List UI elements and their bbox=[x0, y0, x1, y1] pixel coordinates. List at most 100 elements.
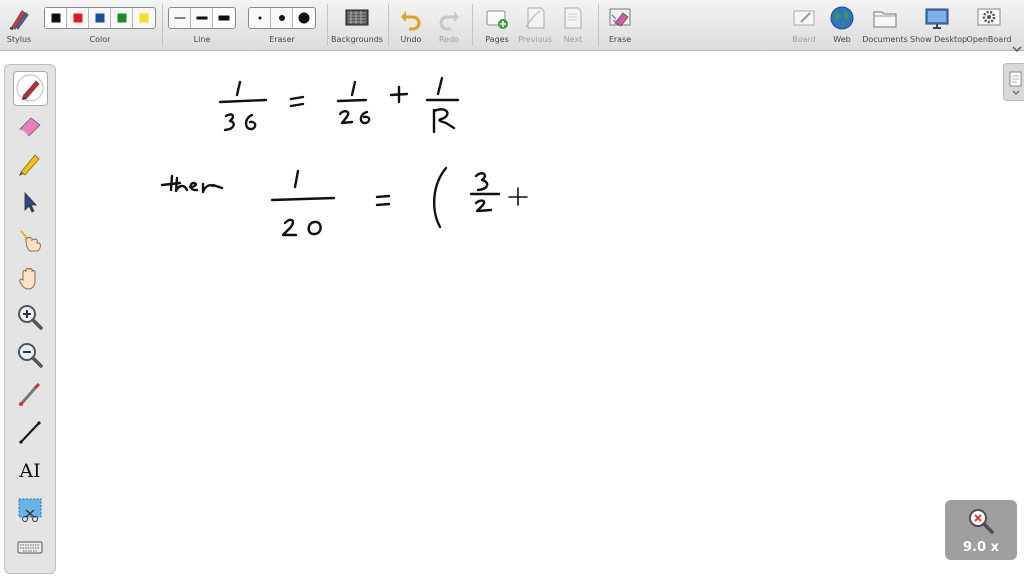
eraser-label: Eraser bbox=[269, 35, 295, 44]
redo-label: Redo bbox=[438, 35, 460, 44]
toolbar-divider bbox=[162, 4, 163, 46]
minimize-toolbar-icon[interactable] bbox=[1012, 38, 1022, 53]
folder-icon bbox=[873, 11, 897, 28]
show-desktop-button[interactable]: Show Desktop bbox=[910, 0, 968, 50]
color-selector bbox=[44, 7, 156, 29]
documents-mode-button[interactable]: Documents bbox=[862, 0, 908, 50]
backgrounds-icon bbox=[345, 9, 369, 26]
line-width-thick[interactable] bbox=[213, 8, 234, 28]
handwritten-fraction-3-over-2 bbox=[469, 172, 501, 213]
handwritten-fraction-1-over-20 bbox=[270, 169, 336, 237]
redo-button[interactable]: Redo bbox=[432, 0, 466, 50]
zoom-out-icon bbox=[18, 343, 43, 368]
hand-icon bbox=[19, 268, 36, 290]
highlighter-icon bbox=[19, 154, 40, 176]
handwritten-equals-sign-2 bbox=[375, 194, 391, 207]
toolbar-divider bbox=[598, 4, 599, 46]
pages-drawer-icon bbox=[1009, 71, 1022, 95]
highlighter-tool[interactable] bbox=[15, 149, 45, 179]
line-icon bbox=[19, 421, 41, 444]
stylus-label: Stylus bbox=[6, 35, 32, 44]
page-navigator-tab[interactable] bbox=[1003, 63, 1024, 101]
handwritten-word-then bbox=[160, 174, 224, 194]
show-desktop-label: Show Desktop bbox=[910, 35, 968, 44]
erase-board-icon bbox=[609, 8, 631, 27]
line-tool[interactable] bbox=[15, 417, 45, 447]
undo-icon bbox=[401, 11, 421, 31]
handwritten-plus-sign-1 bbox=[389, 85, 409, 104]
line-width-thin[interactable] bbox=[169, 8, 191, 28]
color-swatch-green[interactable] bbox=[111, 8, 133, 28]
undo-button[interactable]: Undo bbox=[394, 0, 428, 50]
stylus-button[interactable]: Stylus bbox=[2, 0, 36, 50]
interactor-tool[interactable] bbox=[15, 225, 45, 255]
erase-label: Erase bbox=[608, 35, 632, 44]
previous-label: Previous bbox=[518, 35, 552, 44]
virtual-keyboard-tool[interactable] bbox=[15, 532, 45, 562]
pages-label: Pages bbox=[485, 35, 509, 44]
color-swatch-red[interactable] bbox=[67, 8, 89, 28]
eraser-icon bbox=[19, 117, 41, 137]
capture-icon bbox=[18, 498, 42, 522]
line-label: Line bbox=[193, 35, 211, 44]
backgrounds-label: Backgrounds bbox=[331, 35, 383, 44]
laser-pointer-tool[interactable] bbox=[15, 379, 45, 409]
documents-label: Documents bbox=[862, 35, 908, 44]
laser-pointer-icon bbox=[19, 382, 41, 406]
toolbar-divider bbox=[388, 4, 389, 46]
handwritten-fraction-1-over-26 bbox=[336, 80, 371, 125]
handwritten-fraction-1-over-r bbox=[425, 76, 460, 134]
tool-palette: AI bbox=[4, 64, 56, 574]
line-group: Line bbox=[168, 0, 236, 50]
redo-icon bbox=[439, 11, 459, 31]
handwritten-fraction-1-over-36 bbox=[218, 80, 268, 132]
add-page-icon bbox=[486, 10, 508, 29]
handwritten-plus-sign-2 bbox=[508, 187, 528, 206]
monitor-icon bbox=[925, 8, 949, 29]
eraser-group: Eraser bbox=[248, 0, 316, 50]
top-toolbar: Stylus Color Line Eraser Backgrounds Und… bbox=[0, 0, 1024, 53]
board-canvas[interactable] bbox=[0, 51, 1024, 576]
text-tool[interactable]: AI bbox=[15, 456, 45, 486]
interactor-icon bbox=[20, 230, 41, 252]
eraser-size-large[interactable] bbox=[293, 8, 314, 28]
eraser-size-medium[interactable] bbox=[271, 8, 293, 28]
zoom-out-tool[interactable] bbox=[15, 340, 45, 370]
selector-tool[interactable] bbox=[15, 187, 45, 217]
color-swatch-black[interactable] bbox=[45, 8, 67, 28]
pen-icon bbox=[16, 74, 44, 102]
settings-gear-icon bbox=[977, 8, 1001, 26]
selector-icon bbox=[24, 191, 37, 213]
previous-page-icon bbox=[525, 7, 545, 29]
board-mode-button[interactable]: Board bbox=[786, 0, 822, 50]
line-width-selector bbox=[168, 7, 236, 29]
color-group: Color bbox=[44, 0, 156, 50]
zoom-indicator[interactable]: 9.0 x bbox=[945, 500, 1017, 560]
eraser-size-small[interactable] bbox=[249, 8, 271, 28]
color-swatch-blue[interactable] bbox=[89, 8, 111, 28]
color-label: Color bbox=[89, 35, 111, 44]
hand-tool[interactable] bbox=[15, 263, 45, 293]
capture-tool[interactable] bbox=[15, 494, 45, 524]
next-page-button[interactable]: Next bbox=[554, 0, 592, 50]
openboard-label: OpenBoard bbox=[966, 35, 1012, 44]
color-swatch-yellow[interactable] bbox=[133, 8, 154, 28]
pen-tool[interactable] bbox=[13, 71, 48, 106]
zoom-in-tool[interactable] bbox=[15, 302, 45, 332]
pages-button[interactable]: Pages bbox=[478, 0, 516, 50]
web-label: Web bbox=[833, 35, 851, 44]
keyboard-icon bbox=[17, 541, 43, 554]
previous-page-button[interactable]: Previous bbox=[516, 0, 554, 50]
web-mode-button[interactable]: Web bbox=[826, 0, 858, 50]
globe-icon bbox=[830, 6, 854, 30]
undo-label: Undo bbox=[400, 35, 422, 44]
board-label: Board bbox=[792, 35, 816, 44]
erase-board-button[interactable]: Erase bbox=[602, 0, 638, 50]
handwritten-equals-sign-1 bbox=[289, 95, 305, 108]
openboard-menu-button[interactable]: OpenBoard bbox=[966, 0, 1012, 50]
board-icon bbox=[793, 10, 815, 26]
zoom-in-icon bbox=[18, 305, 43, 330]
line-width-medium[interactable] bbox=[191, 8, 213, 28]
eraser-tool[interactable] bbox=[15, 111, 45, 141]
backgrounds-button[interactable]: Backgrounds bbox=[330, 0, 384, 50]
